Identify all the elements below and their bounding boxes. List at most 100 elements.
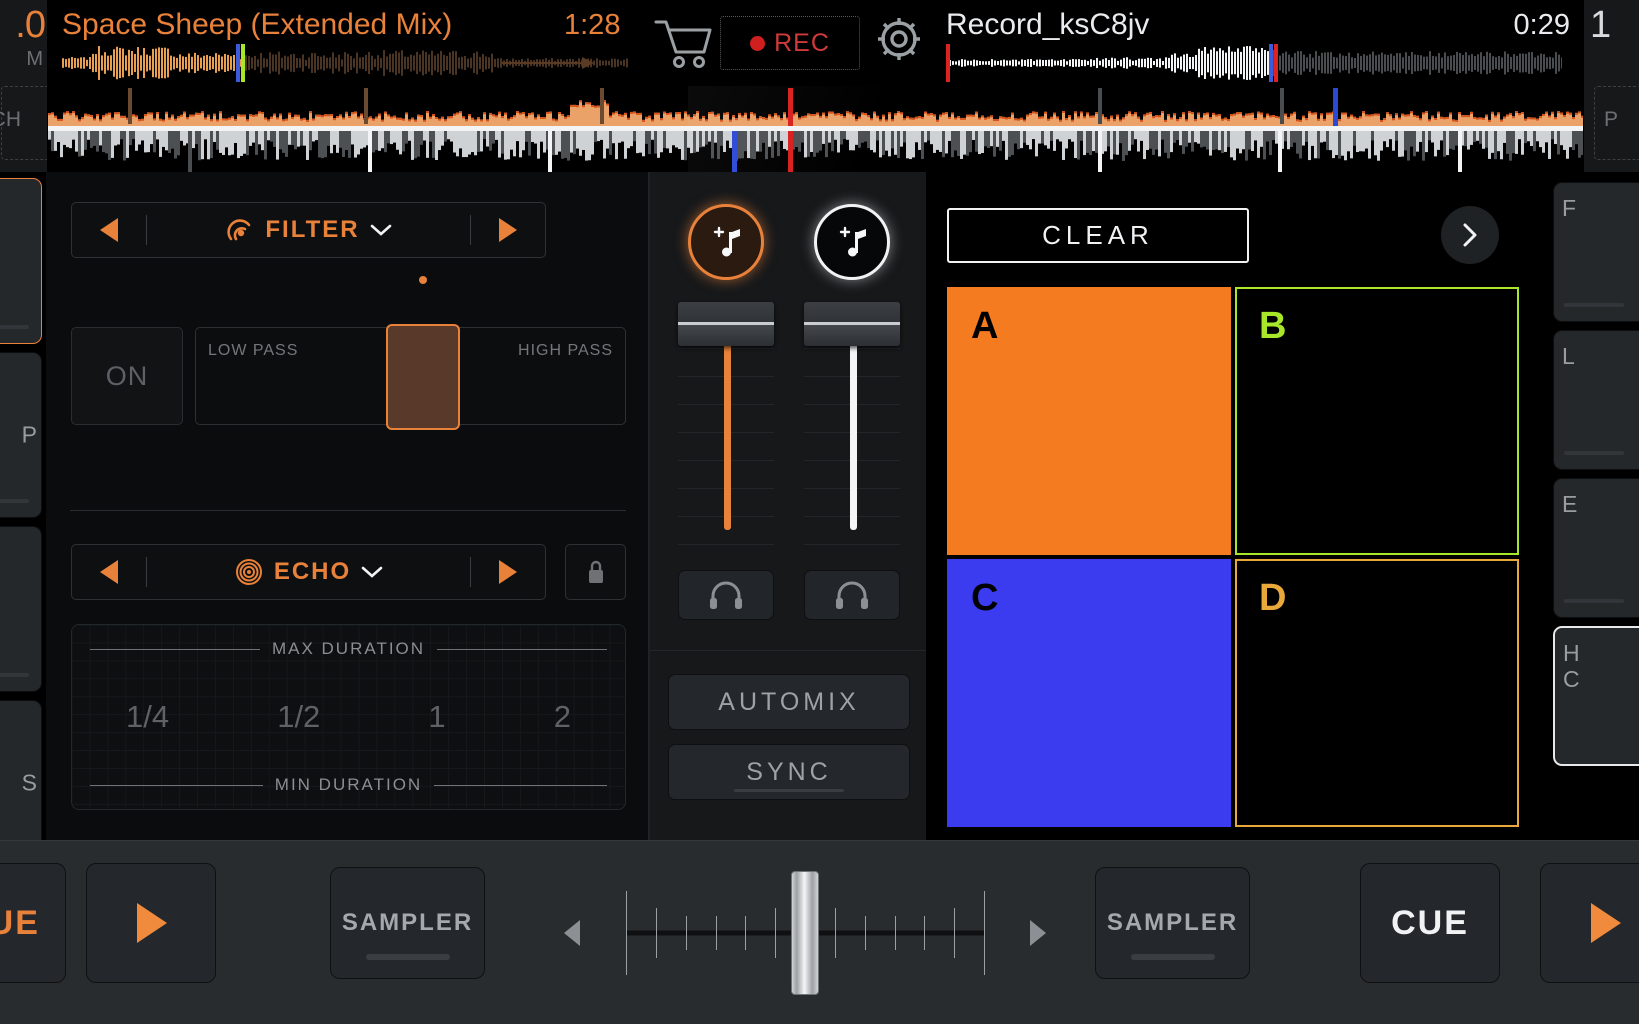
pad-d[interactable]: D: [1235, 559, 1519, 827]
deck-a-track-title: Space Sheep (Extended Mix): [62, 8, 453, 41]
fx-divider: [70, 510, 626, 511]
echo-next-button[interactable]: [471, 545, 545, 599]
arrow-right-icon: [499, 218, 517, 242]
echo-max-rule-right: [437, 648, 608, 650]
headphones-icon: [836, 581, 868, 609]
deck-b-mini-waveform[interactable]: [946, 44, 1562, 82]
left-edge-underline-1: [0, 499, 29, 503]
filter-prev-button[interactable]: [72, 203, 146, 257]
right-edge-button-1[interactable]: L: [1553, 330, 1639, 470]
echo-tick-row: 1/4 1/2 1 2: [72, 699, 625, 735]
play-button-a[interactable]: [86, 863, 216, 983]
arrow-left-icon: [100, 218, 118, 242]
echo-min-rule-right: [434, 784, 607, 786]
clear-button[interactable]: CLEAR: [947, 208, 1249, 263]
volume-fader-b[interactable]: [804, 302, 900, 552]
echo-tick-1: 1/2: [277, 699, 321, 734]
deck-a-pitch-label: CH: [0, 108, 21, 131]
dj-app-root: .0 M CH Space Sheep (Extended Mix) 1:28: [0, 0, 1639, 1024]
echo-tick-0: 1/4: [126, 699, 170, 734]
record-button[interactable]: REC: [720, 16, 860, 70]
echo-min-duration-row: MIN DURATION: [72, 775, 625, 795]
right-edge-button-3[interactable]: HC: [1553, 626, 1639, 766]
triangle-right-icon: [1030, 920, 1046, 946]
echo-duration-grid[interactable]: MAX DURATION 1/4 1/2 1 2 MIN DURATION: [71, 624, 626, 810]
right-edge-button-2[interactable]: E: [1553, 478, 1639, 618]
filter-on-button[interactable]: ON: [71, 327, 183, 425]
cue-button-b[interactable]: CUE: [1360, 863, 1500, 983]
sync-button[interactable]: SYNC: [668, 744, 910, 800]
deck-a-elapsed-time: 1:28: [564, 9, 621, 41]
crossfader-tick: [924, 916, 926, 950]
left-edge-button-1[interactable]: P: [0, 352, 42, 518]
filter-fx-selector[interactable]: FILTER: [71, 202, 546, 258]
echo-name-group[interactable]: ECHO: [147, 557, 470, 587]
filter-highpass-label: HIGH PASS: [518, 342, 613, 359]
right-edge-button-0[interactable]: F: [1553, 182, 1639, 322]
right-edge-fx-column: F L E HC: [1543, 172, 1639, 840]
echo-max-rule-left: [90, 648, 260, 650]
right-edge-label-2: E: [1562, 491, 1578, 517]
headphones-icon: [710, 581, 742, 609]
pads-next-page-button[interactable]: [1441, 206, 1499, 264]
right-edge-underline-1: [1564, 451, 1624, 455]
headphone-cue-button-b[interactable]: [804, 570, 900, 620]
echo-fx-selector[interactable]: ECHO: [71, 544, 546, 600]
play-button-b[interactable]: [1540, 863, 1639, 983]
cue-b-label: CUE: [1391, 903, 1469, 942]
main-dual-waveform[interactable]: [48, 86, 1583, 172]
fader-cap-a[interactable]: [678, 302, 774, 346]
gear-icon[interactable]: [874, 14, 924, 64]
filter-slider-thumb[interactable]: [386, 276, 461, 430]
left-edge-underline-2: [0, 673, 29, 677]
crossfader-tick: [626, 891, 627, 975]
crossfader-tick: [745, 916, 747, 950]
left-edge-button-2[interactable]: [0, 526, 42, 692]
volume-fader-a[interactable]: [678, 302, 774, 552]
filter-next-button[interactable]: [471, 203, 545, 257]
crossfader-tick: [655, 908, 657, 958]
filter-on-label: ON: [105, 360, 149, 391]
deck-a-header: Space Sheep (Extended Mix) 1:28: [48, 0, 652, 86]
add-music-icon: [713, 226, 740, 257]
pad-c-label: C: [971, 577, 999, 619]
pad-a[interactable]: A: [947, 287, 1231, 555]
deck-a-mini-waveform[interactable]: [62, 44, 628, 82]
add-music-button-a[interactable]: [688, 204, 764, 280]
add-music-button-b[interactable]: [814, 204, 890, 280]
headphone-cue-button-a[interactable]: [678, 570, 774, 620]
right-edge-underline-2: [1564, 599, 1624, 603]
crossfader[interactable]: [560, 871, 1050, 995]
fader-stem-b: [850, 324, 857, 530]
fader-cap-b[interactable]: [804, 302, 900, 346]
pad-a-label: A: [971, 305, 999, 347]
crossfader-tick: [894, 916, 896, 950]
lock-icon: [588, 560, 603, 583]
deck-b-bpm-panel[interactable]: 1 P: [1583, 0, 1639, 172]
left-edge-button-0[interactable]: [0, 178, 42, 344]
right-edge-underline-0: [1564, 303, 1624, 307]
sync-underline: [734, 789, 844, 792]
shopping-cart-icon[interactable]: [652, 14, 714, 70]
fx-panel: FILTER ON LOW PASS HIGH PASS ECHO MAX DU…: [46, 172, 650, 840]
filter-name-group[interactable]: FILTER: [147, 215, 470, 245]
deck-a-bpm-value: .0: [15, 4, 46, 46]
deck-a-bpm-panel[interactable]: .0 M CH: [0, 0, 48, 172]
waveform-sheen: [688, 86, 988, 172]
sampler-button-b[interactable]: SAMPLER: [1095, 867, 1250, 979]
crossfader-thumb[interactable]: [791, 871, 819, 995]
echo-lock-button[interactable]: [565, 544, 626, 600]
arrow-right-icon: [499, 560, 517, 584]
sampler-button-a[interactable]: SAMPLER: [330, 867, 485, 979]
pad-b[interactable]: B: [1235, 287, 1519, 555]
crossfader-tick: [984, 891, 985, 975]
cue-button-a[interactable]: CUE: [0, 863, 66, 983]
pad-c[interactable]: C: [947, 559, 1231, 827]
filter-slider[interactable]: LOW PASS HIGH PASS: [195, 276, 626, 430]
right-edge-label-3: HC: [1563, 640, 1580, 692]
record-label: REC: [774, 28, 830, 57]
left-edge-label-3: S: [21, 769, 37, 796]
echo-tick-2: 1: [428, 699, 446, 734]
automix-button[interactable]: AUTOMIX: [668, 674, 910, 730]
echo-prev-button[interactable]: [72, 545, 146, 599]
